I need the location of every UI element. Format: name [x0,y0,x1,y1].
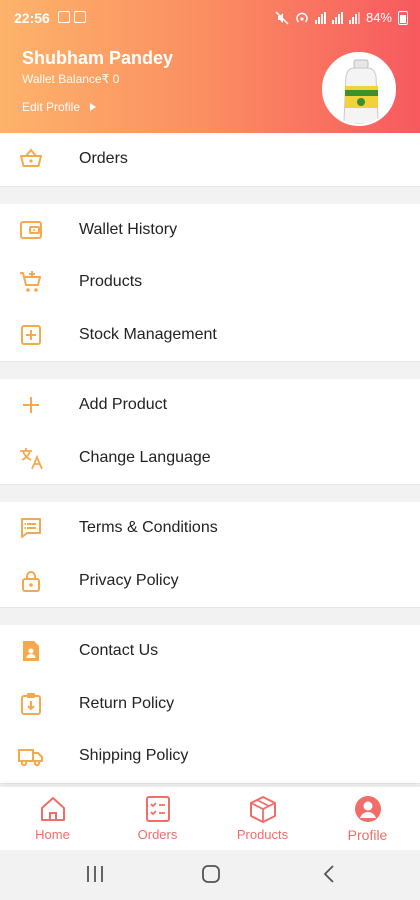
nav-label: Products [236,827,289,842]
user-icon [354,795,381,822]
user-name: Shubham Pandey [22,48,174,68]
avatar[interactable] [322,52,396,126]
menu-group-1: Orders [0,133,420,187]
signal-icon-3 [348,11,360,24]
menu-group-3: Add Product Change Language [0,379,420,485]
menu-item-shipping-policy[interactable]: Shipping Policy [0,730,420,783]
menu-item-label: Change Language [79,448,211,466]
hotspot-icon [296,12,308,23]
menu-item-add-product[interactable]: Add Product [0,379,420,432]
profile-menu: Orders Wallet History Products Stock Man… [0,133,420,784]
chevron-right-icon [90,103,97,111]
return-icon [21,692,41,715]
signal-icon-2 [331,11,343,24]
menu-item-label: Shipping Policy [79,747,189,765]
menu-item-label: Wallet History [79,220,178,238]
battery-icon [398,10,408,25]
menu-item-label: Privacy Policy [79,571,179,589]
signal-icon [314,11,326,24]
menu-item-privacy-policy[interactable]: Privacy Policy [0,555,420,608]
menu-item-label: Contact Us [79,642,159,660]
menu-group-5: Contact Us Return Policy Shipping Policy [0,625,420,784]
clipboard-icon [145,796,170,822]
menu-item-stock-management[interactable]: Stock Management [0,309,420,362]
menu-item-change-language[interactable]: Change Language [0,432,420,485]
nav-profile[interactable]: Profile [315,787,420,850]
app-icon [74,11,86,23]
contact-icon [23,641,39,662]
home-icon [40,797,65,821]
nav-label: Orders [137,827,178,842]
lock-icon [22,570,40,592]
divider [0,608,420,625]
menu-group-4: Terms & Conditions Privacy Policy [0,502,420,608]
menu-group-2: Wallet History Products Stock Management [0,203,420,362]
notification-icons [58,11,86,23]
wallet-balance: Wallet Balance₹ 0 [22,72,120,86]
home-system-icon[interactable] [201,864,221,884]
nav-label: Home [35,827,70,842]
truck-icon [18,749,43,767]
plus-icon [23,397,39,414]
edit-profile-link[interactable]: Edit Profile [22,100,97,114]
menu-item-label: Products [79,273,143,291]
divider [0,485,420,502]
system-navigation-bar [0,850,420,900]
menu-item-label: Return Policy [79,694,175,712]
wallet-icon [20,220,42,239]
basket-icon [20,148,42,168]
divider [0,186,420,204]
back-icon[interactable] [322,864,336,884]
menu-item-label: Add Product [79,396,168,414]
menu-item-terms-conditions[interactable]: Terms & Conditions [0,502,420,555]
add-box-icon [21,324,41,345]
product-bottle-image [324,54,394,124]
menu-item-products[interactable]: Products [0,256,420,309]
divider [0,362,420,379]
nav-label: Profile [347,826,388,843]
nav-orders[interactable]: Orders [105,787,210,850]
nav-home[interactable]: Home [0,787,105,850]
status-bar: 22:56 84% [0,0,420,34]
status-time: 22:56 [14,10,50,26]
battery-percent: 84% [365,10,392,25]
recents-icon[interactable] [86,864,104,884]
box-icon [249,796,276,823]
menu-item-wallet-history[interactable]: Wallet History [0,204,420,257]
document-icon [21,518,41,539]
mute-icon [275,10,289,25]
translate-icon [20,447,43,470]
status-right: 84% [275,10,408,25]
edit-profile-label: Edit Profile [22,100,81,114]
menu-item-label: Orders [79,150,128,168]
cart-icon [20,271,41,293]
menu-item-return-policy[interactable]: Return Policy [0,678,420,731]
menu-item-contact-us[interactable]: Contact Us [0,625,420,678]
menu-item-label: Stock Management [79,325,217,343]
menu-item-orders[interactable]: Orders [0,133,420,186]
gallery-icon [58,11,70,23]
nav-products[interactable]: Products [210,787,315,850]
profile-header: 22:56 84% Shubham Pandey Wallet Balance₹… [0,0,420,133]
menu-item-label: Terms & Conditions [79,519,218,537]
bottom-navigation: Home Orders Products Profile [0,786,420,850]
